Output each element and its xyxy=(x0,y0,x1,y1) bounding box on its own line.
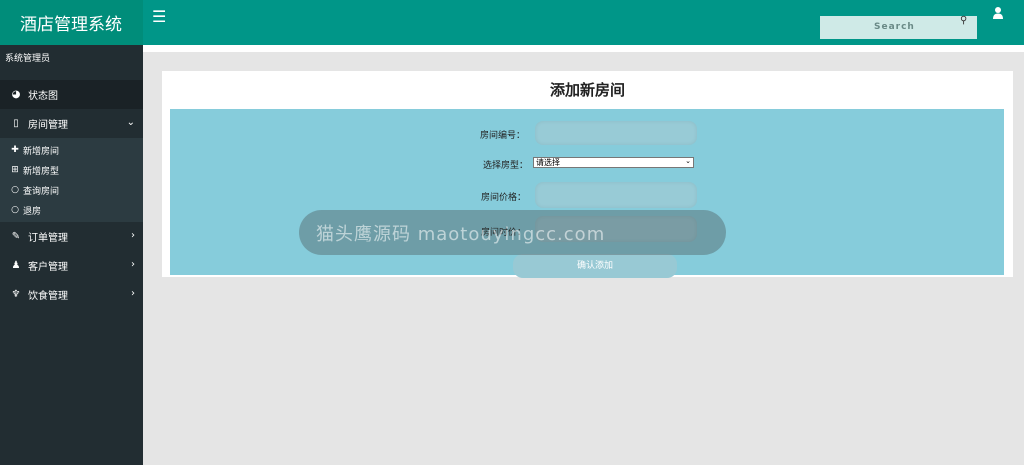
sidebar-item-customer-management[interactable]: ♟ 客户管理 › xyxy=(0,251,143,280)
room-price-label: 房间价格： xyxy=(481,193,527,203)
sidebar-item-order-management[interactable]: ✎ 订单管理 › xyxy=(0,222,143,251)
submenu-item-label: 退房 xyxy=(23,206,42,217)
chevron-down-icon: ⌄ xyxy=(126,117,135,128)
room-price-input[interactable] xyxy=(535,182,697,208)
room-number-input[interactable] xyxy=(535,121,697,145)
sidebar-item-label: 订单管理 xyxy=(28,233,68,244)
submenu-item-label: 新增房型 xyxy=(23,166,60,177)
content-header-strip xyxy=(143,45,1024,52)
submenu-item-add-room[interactable]: ✚ 新增房间 xyxy=(0,140,143,160)
pie-chart-icon: ◕ xyxy=(11,89,21,100)
sidebar-item-label: 客户管理 xyxy=(28,262,68,273)
chevron-right-icon: › xyxy=(131,259,135,270)
plus-square-icon: ⊞ xyxy=(11,165,19,175)
chevron-right-icon: › xyxy=(131,288,135,299)
sidebar-item-label: 饮食管理 xyxy=(28,291,68,302)
sidebar-item-label: 房间管理 xyxy=(28,120,68,131)
menu-toggle-icon[interactable]: ☰ xyxy=(152,7,166,26)
submenu-item-add-room-type[interactable]: ⊞ 新增房型 xyxy=(0,160,143,180)
circle-icon: ○ xyxy=(11,185,19,195)
sidebar-item-status[interactable]: ◕ 状态图 xyxy=(0,80,143,109)
brand-title: 酒店管理系统 xyxy=(20,15,122,35)
plus-icon: ✚ xyxy=(11,145,19,155)
brand[interactable]: 酒店管理系统 xyxy=(0,0,143,45)
submenu-item-checkout[interactable]: ○ 退房 xyxy=(0,200,143,220)
user-role-label: 系统管理员 xyxy=(5,54,51,64)
chevron-down-icon: ⌄ xyxy=(685,157,691,165)
sidebar: 酒店管理系统 系统管理员 ◕ 状态图 ▯ 房间管理 ⌄ ✚ 新增房间 ⊞ 新增房… xyxy=(0,0,143,465)
circle-icon: ○ xyxy=(11,205,19,215)
room-type-selected-value: 请选择 xyxy=(536,158,560,167)
submenu-item-label: 查询房间 xyxy=(23,186,60,197)
search-icon[interactable]: ⚲ xyxy=(960,15,967,26)
building-icon: ▯ xyxy=(13,118,19,129)
room-type-label: 选择房型： xyxy=(483,161,529,171)
sidebar-item-label: 状态图 xyxy=(28,91,58,102)
search-placeholder: Search xyxy=(874,22,915,32)
chevron-right-icon: › xyxy=(131,230,135,241)
submenu-item-query-room[interactable]: ○ 查询房间 xyxy=(0,180,143,200)
sidebar-item-food-management[interactable]: ♆ 饮食管理 › xyxy=(0,280,143,309)
room-type-select[interactable]: 请选择 ⌄ xyxy=(533,157,694,168)
top-navbar: ☰ Search ⚲ xyxy=(143,0,1024,45)
cutlery-icon: ♆ xyxy=(11,289,21,300)
watermark-text: 猫头鹰源码 maotouyingcc.com xyxy=(316,224,606,245)
person-icon: ♟ xyxy=(11,260,21,271)
sidebar-item-room-management[interactable]: ▯ 房间管理 ⌄ xyxy=(0,109,143,138)
page-title: 添加新房间 xyxy=(549,81,625,99)
submenu-item-label: 新增房间 xyxy=(23,146,60,157)
confirm-add-button[interactable]: 确认添加 xyxy=(513,254,677,278)
edit-icon: ✎ xyxy=(11,231,21,242)
room-number-label: 房间编号： xyxy=(480,131,526,141)
user-panel: 系统管理员 xyxy=(0,45,143,80)
sidebar-menu: ◕ 状态图 ▯ 房间管理 ⌄ ✚ 新增房间 ⊞ 新增房型 ○ 查询房间 ○ 退房 xyxy=(0,80,143,309)
user-icon[interactable] xyxy=(992,6,1004,20)
room-submenu: ✚ 新增房间 ⊞ 新增房型 ○ 查询房间 ○ 退房 xyxy=(0,138,143,222)
